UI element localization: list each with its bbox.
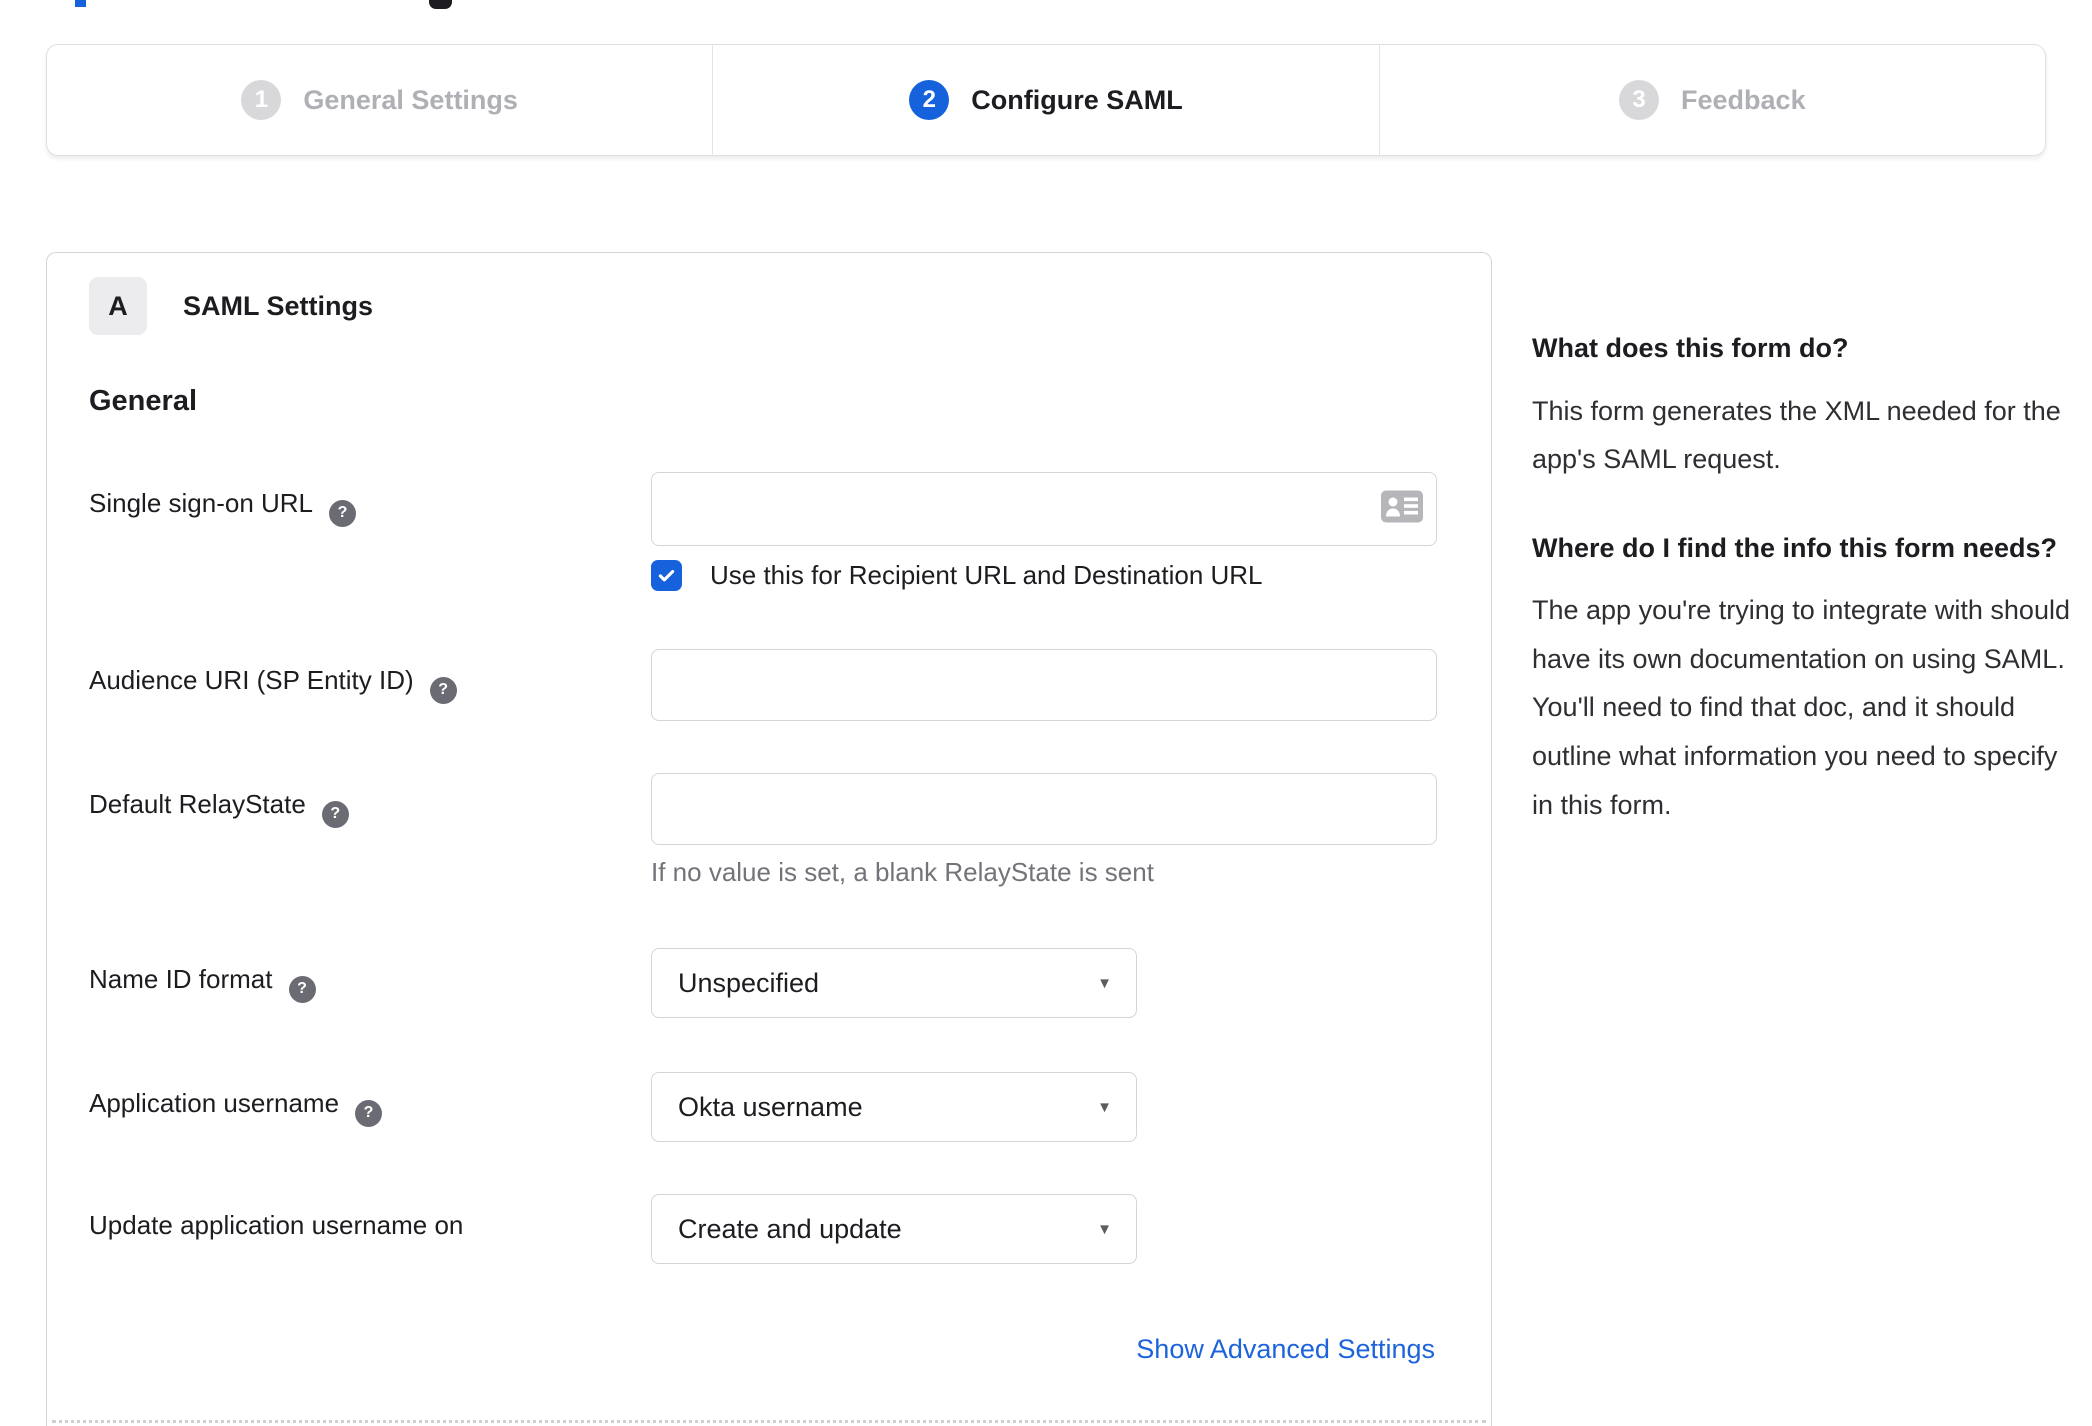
- field-row-name-id-format: Name ID format? Unspecified ▼: [89, 948, 1435, 1018]
- application-username-select[interactable]: Okta username ▼: [651, 1072, 1137, 1142]
- sso-url-input[interactable]: [651, 472, 1437, 546]
- section-header: A SAML Settings: [89, 277, 1435, 335]
- update-app-username-select[interactable]: Create and update ▼: [651, 1194, 1137, 1264]
- updateuser-label: Update application username on: [89, 1210, 464, 1240]
- chevron-down-icon: ▼: [1097, 1220, 1112, 1238]
- sidebar-question-1: What does this form do?: [1532, 333, 1849, 363]
- step-3-number-badge: 3: [1619, 80, 1660, 120]
- field-row-default-relaystate: Default RelayState? If no value is set, …: [89, 773, 1437, 888]
- audience-help-icon[interactable]: ?: [429, 676, 457, 704]
- application-username-value: Okta username: [678, 1091, 863, 1122]
- section-divider-dashed: [52, 1420, 1486, 1423]
- help-sidebar: What does this form do? This form genera…: [1532, 328, 2070, 829]
- sidebar-answer-1: This form generates the XML needed for t…: [1532, 395, 2061, 475]
- appuser-label-col: Application username?: [89, 1072, 651, 1142]
- recipient-url-checkbox-label: Use this for Recipient URL and Destinati…: [710, 560, 1263, 590]
- step-2-number-badge: 2: [909, 80, 950, 120]
- step-1-label: General Settings: [303, 84, 518, 115]
- contact-card-icon[interactable]: [1381, 490, 1423, 528]
- field-row-single-sign-on-url: Single sign-on URL? Use this for Recipie…: [89, 472, 1437, 591]
- sso-help-icon[interactable]: ?: [329, 499, 357, 527]
- audience-label: Audience URI (SP Entity ID): [89, 665, 414, 695]
- relay-label: Default RelayState: [89, 789, 306, 819]
- field-row-update-app-username: Update application username on Create an…: [89, 1194, 1435, 1264]
- cutoff-blue-fragment: [75, 0, 86, 7]
- step-3-label: Feedback: [1681, 84, 1806, 115]
- recipient-url-checkbox-row: Use this for Recipient URL and Destinati…: [651, 560, 1437, 591]
- section-title: SAML Settings: [183, 290, 374, 321]
- relay-label-col: Default RelayState?: [89, 773, 651, 888]
- sidebar-answer-2: The app you're trying to integrate with …: [1532, 595, 2070, 820]
- audience-uri-input[interactable]: [651, 649, 1437, 721]
- general-group-title: General: [89, 385, 197, 417]
- field-row-application-username: Application username? Okta username ▼: [89, 1072, 1435, 1142]
- sidebar-qa-1: What does this form do? This form genera…: [1532, 328, 2070, 484]
- chevron-down-icon: ▼: [1097, 974, 1112, 992]
- cutoff-dark-icon-fragment: [429, 0, 452, 9]
- setup-wizard-stepper: 1 General Settings 2 Configure SAML 3 Fe…: [46, 44, 2046, 156]
- step-configure-saml[interactable]: 2 Configure SAML: [712, 45, 1378, 155]
- sso-label: Single sign-on URL: [89, 488, 314, 518]
- appuser-help-icon[interactable]: ?: [355, 1099, 383, 1127]
- advanced-settings-row: Show Advanced Settings: [89, 1334, 1435, 1365]
- show-advanced-settings-link[interactable]: Show Advanced Settings: [1136, 1334, 1435, 1364]
- relay-help-icon[interactable]: ?: [321, 800, 349, 828]
- chevron-down-icon: ▼: [1097, 1098, 1112, 1116]
- relaystate-helper-text: If no value is set, a blank RelayState i…: [651, 857, 1154, 887]
- nameid-label: Name ID format: [89, 964, 273, 994]
- name-id-format-select[interactable]: Unspecified ▼: [651, 948, 1137, 1018]
- recipient-url-checkbox[interactable]: [651, 560, 682, 591]
- update-app-username-value: Create and update: [678, 1213, 902, 1244]
- step-general-settings[interactable]: 1 General Settings: [47, 45, 712, 155]
- nameid-help-icon[interactable]: ?: [288, 975, 316, 1003]
- step-2-label: Configure SAML: [971, 84, 1183, 115]
- step-feedback[interactable]: 3 Feedback: [1378, 45, 2045, 155]
- nameid-label-col: Name ID format?: [89, 948, 651, 1018]
- step-1-number-badge: 1: [241, 80, 282, 120]
- sidebar-question-2: Where do I find the info this form needs…: [1532, 532, 2057, 563]
- default-relaystate-input[interactable]: [651, 773, 1437, 845]
- appuser-label: Application username: [89, 1088, 340, 1118]
- saml-settings-panel: A SAML Settings General Single sign-on U…: [46, 252, 1492, 1426]
- section-a-badge: A: [89, 277, 147, 335]
- audience-label-col: Audience URI (SP Entity ID)?: [89, 649, 651, 721]
- updateuser-label-col: Update application username on: [89, 1194, 651, 1264]
- sidebar-qa-2: Where do I find the info this form needs…: [1532, 528, 2070, 829]
- field-row-audience-uri: Audience URI (SP Entity ID)?: [89, 649, 1437, 721]
- name-id-format-value: Unspecified: [678, 967, 820, 998]
- sso-label-col: Single sign-on URL?: [89, 472, 651, 591]
